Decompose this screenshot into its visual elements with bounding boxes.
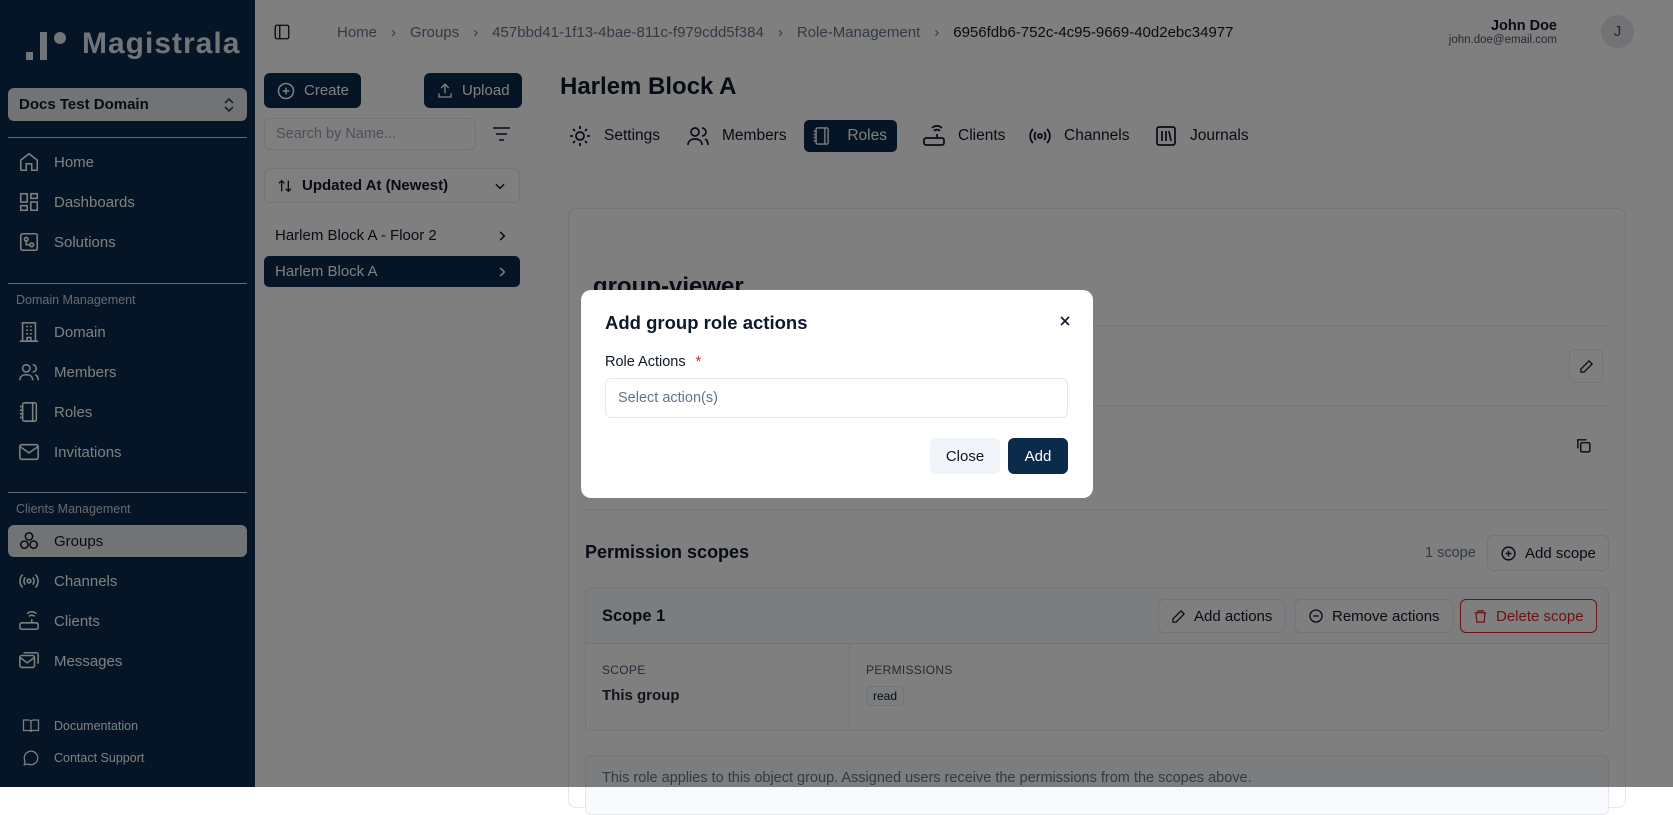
required-mark: * <box>695 354 702 370</box>
close-button[interactable]: Close <box>930 438 1000 474</box>
role-actions-select[interactable]: Select action(s) <box>605 378 1068 418</box>
role-actions-label: Role Actions * <box>605 354 701 370</box>
close-icon <box>1060 316 1070 326</box>
dialog-close-button[interactable] <box>1058 314 1072 328</box>
add-button[interactable]: Add <box>1008 438 1068 474</box>
dialog-title: Add group role actions <box>605 312 808 333</box>
field-label: Role Actions <box>605 354 686 370</box>
add-role-actions-dialog: Add group role actions Role Actions * Se… <box>581 290 1093 498</box>
